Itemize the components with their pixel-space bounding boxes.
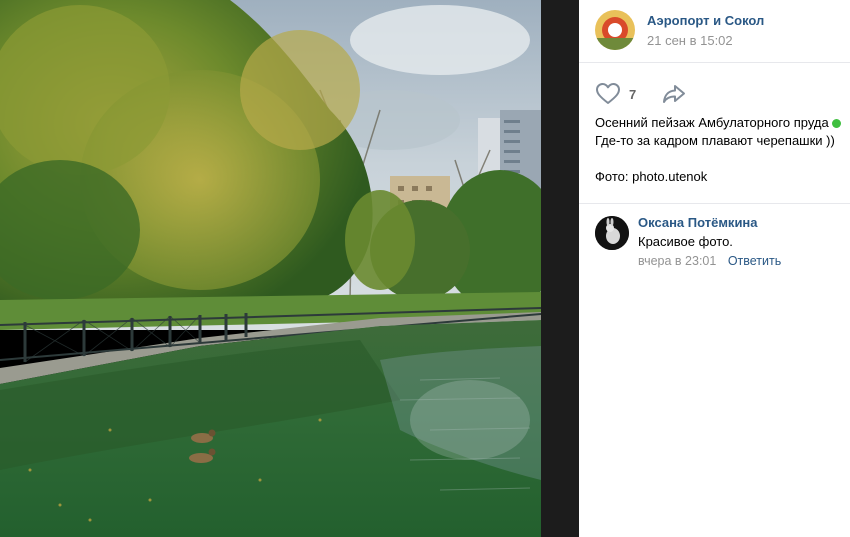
post-text-line: Фото: photo.utenok bbox=[595, 169, 708, 184]
post-text: Осенний пейзаж Амбулаторного пруда Где-т… bbox=[595, 114, 850, 186]
like-count: 7 bbox=[629, 86, 637, 102]
comment-item: Оксана Потёмкина Красивое фото. вчера в … bbox=[579, 205, 850, 275]
avatar[interactable] bbox=[595, 216, 629, 250]
share-button[interactable] bbox=[661, 82, 687, 106]
reply-button[interactable]: Ответить bbox=[728, 254, 781, 268]
post-text-line: Где-то за кадром плавают черепашки )) bbox=[595, 133, 835, 148]
like-button[interactable]: 7 bbox=[595, 82, 636, 106]
comment-meta: вчера в 23:01 Ответить bbox=[638, 254, 781, 268]
post-header: Аэропорт и Сокол 21 сен в 15:02 bbox=[579, 0, 850, 63]
post-side-panel: Аэропорт и Сокол 21 сен в 15:02 7 Осенни… bbox=[579, 0, 850, 537]
divider bbox=[579, 203, 850, 204]
post-date[interactable]: 21 сен в 15:02 bbox=[647, 33, 733, 48]
post-photo[interactable] bbox=[0, 0, 541, 537]
post-text-blank bbox=[595, 150, 850, 168]
post-text-line: Осенний пейзаж Амбулаторного пруда bbox=[595, 114, 850, 132]
group-avatar[interactable] bbox=[595, 10, 635, 50]
green-circle-emoji-icon bbox=[831, 119, 841, 129]
group-name-link[interactable]: Аэропорт и Сокол bbox=[647, 13, 764, 28]
viewer-background-strip bbox=[541, 0, 579, 537]
comment-text: Красивое фото. bbox=[638, 234, 733, 249]
heart-icon bbox=[595, 82, 621, 106]
comment-author-link[interactable]: Оксана Потёмкина bbox=[638, 215, 758, 230]
comment-time[interactable]: вчера в 23:01 bbox=[638, 254, 716, 268]
share-arrow-icon bbox=[661, 85, 687, 110]
post-viewer: Аэропорт и Сокол 21 сен в 15:02 7 Осенни… bbox=[0, 0, 850, 537]
